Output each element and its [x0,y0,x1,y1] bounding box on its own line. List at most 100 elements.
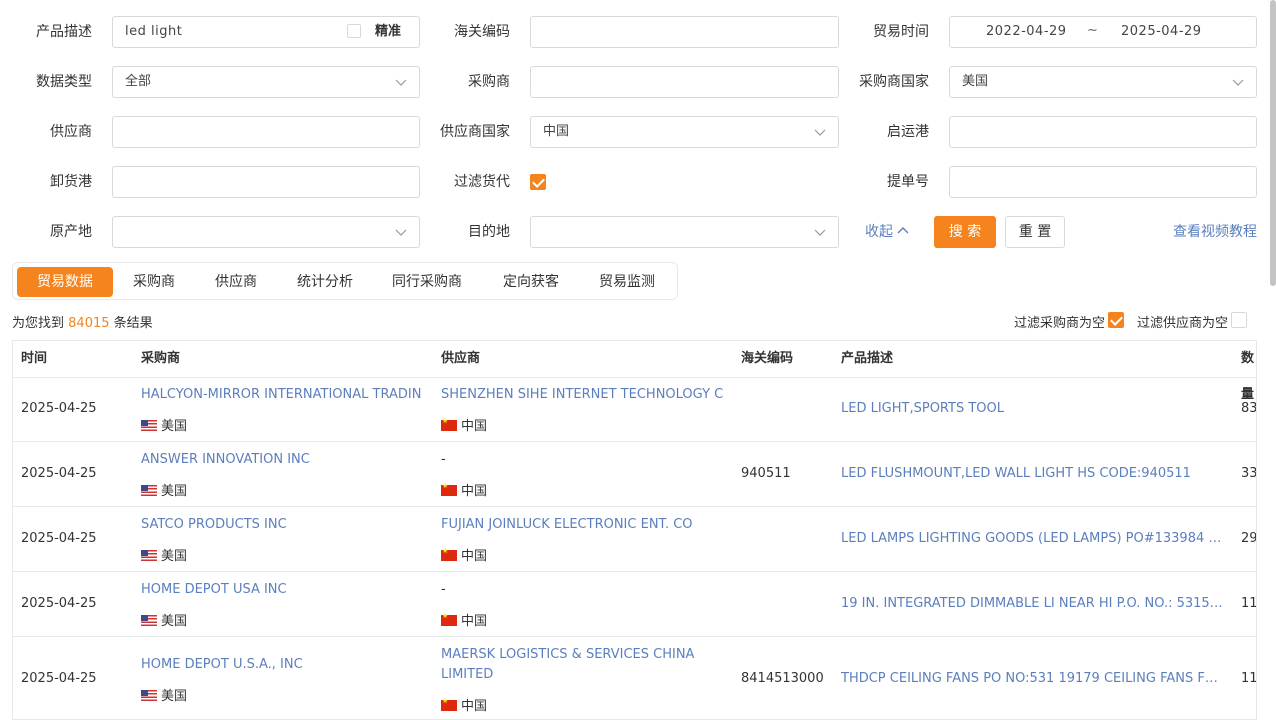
destination-label: 目的地 [468,224,510,240]
bill-no-label: 提单号 [887,174,929,190]
row-buyer-country: 美国 [141,480,187,499]
result-summary: 为您找到 84015 条结果 [12,312,153,331]
row-product-desc-link[interactable]: LED LAMPS LIGHTING GOODS (LED LAMPS) PO#… [841,531,1225,546]
us-flag-icon [141,615,157,626]
col-header-date[interactable]: 时间 [21,341,47,377]
table-row[interactable]: 2025-04-25 ANSWER INNOVATION INC 美国 - 中国… [13,442,1256,507]
row-supplier-country: 中国 [441,695,487,714]
table-row[interactable]: 2025-04-25 HALCYON-MIRROR INTERNATIONAL … [13,377,1256,442]
chevron-down-icon [395,229,407,236]
buyer-country-text: 美国 [161,549,188,564]
us-flag-icon [141,420,157,431]
destination-select[interactable] [530,216,839,248]
row-quantity: 11 [1241,671,1257,686]
row-buyer-link[interactable]: ANSWER INNOVATION INC [141,452,310,467]
cn-flag-icon [441,697,457,711]
tab-targeted-leads[interactable]: 定向获客 [493,267,569,297]
supplier-input[interactable] [112,116,420,148]
col-header-buyer[interactable]: 采购商 [141,341,180,377]
row-supplier-link-line2[interactable]: LIMITED [441,667,493,682]
filter-buyer-empty-checkbox[interactable] [1108,312,1124,328]
row-product-desc-link[interactable]: LED LIGHT,SPORTS TOOL [841,401,1225,416]
origin-select[interactable] [112,216,420,248]
tab-buyers[interactable]: 采购商 [119,267,189,297]
row-buyer-link[interactable]: HALCYON-MIRROR INTERNATIONAL TRADIN [141,387,421,402]
trade-time-range[interactable]: 2022-04-29 ~ 2025-04-29 [949,16,1257,48]
row-supplier-country: 中国 [441,545,487,564]
video-tutorial-link[interactable]: 查看视频教程 [1173,216,1257,248]
row-quantity: 11 [1241,596,1257,611]
us-flag-icon [141,485,157,496]
tab-statistics[interactable]: 统计分析 [285,267,365,297]
col-header-supplier[interactable]: 供应商 [441,341,480,377]
table-row[interactable]: 2025-04-25 HOME DEPOT U.S.A., INC 美国 MAE… [13,637,1257,719]
date-to[interactable]: 2025-04-29 [1121,17,1202,47]
dest-port-input[interactable] [112,166,420,198]
filter-supplier-empty-checkbox[interactable] [1231,312,1247,328]
supplier-country-select[interactable]: 中国 [530,116,839,148]
supplier-country-text: 中国 [461,549,488,564]
product-desc-input[interactable]: led light 精准 [112,16,420,48]
buyer-input[interactable] [530,66,839,98]
hs-code-input[interactable] [530,16,839,48]
exact-checkbox[interactable] [347,24,361,38]
chevron-down-icon [814,229,826,236]
col-header-hs-code[interactable]: 海关编码 [741,341,793,377]
tab-trade-monitor[interactable]: 贸易监测 [589,267,665,297]
row-supplier-country: 中国 [441,610,487,629]
filter-forwarder-checkbox[interactable] [530,174,546,190]
row-supplier-link[interactable]: SHENZHEN SIHE INTERNET TECHNOLOGY C [441,387,723,402]
tab-trade-data[interactable]: 贸易数据 [17,267,113,297]
result-count: 84015 [68,316,110,331]
date-from[interactable]: 2022-04-29 [986,17,1067,47]
row-date: 2025-04-25 [21,671,97,686]
cn-flag-icon [441,482,457,496]
row-quantity: 33 [1241,466,1257,481]
row-buyer-link[interactable]: HOME DEPOT U.S.A., INC [141,657,303,672]
row-product-desc-link[interactable]: THDCP CEILING FANS PO NO:531 19179 CEILI… [841,671,1225,686]
supplier-country-text: 中国 [461,484,488,499]
summary-prefix: 为您找到 [12,316,65,331]
row-buyer-country: 美国 [141,415,187,434]
buyer-country-text: 美国 [161,614,188,629]
buyer-country-label: 采购商国家 [859,74,929,90]
data-type-select[interactable]: 全部 [112,66,420,98]
col-header-product-desc[interactable]: 产品描述 [841,341,893,377]
filter-forwarder-label: 过滤货代 [454,174,510,190]
supplier-country-text: 中国 [461,419,488,434]
reset-button[interactable]: 重 置 [1005,216,1065,248]
row-product-desc-link[interactable]: LED FLUSHMOUNT,LED WALL LIGHT HS CODE:94… [841,466,1225,481]
origin-port-input[interactable] [949,116,1257,148]
row-product-desc-link[interactable]: 19 IN. INTEGRATED DIMMABLE LI NEAR HI P.… [841,596,1225,611]
bill-no-input[interactable] [949,166,1257,198]
dest-port-label: 卸货港 [50,174,92,190]
col-header-quantity[interactable]: 数量 [1241,341,1256,402]
buyer-country-value: 美国 [962,74,989,89]
row-supplier-country: 中国 [441,415,487,434]
row-supplier-link[interactable]: FUJIAN JOINLUCK ELECTRONIC ENT. CO [441,517,693,532]
supplier-country-value: 中国 [543,124,570,139]
row-quantity: 29 [1241,531,1257,546]
origin-label: 原产地 [50,224,92,240]
product-desc-label: 产品描述 [36,24,92,40]
row-buyer-link[interactable]: SATCO PRODUCTS INC [141,517,287,532]
supplier-country-text: 中国 [461,614,488,629]
chevron-down-icon [395,79,407,86]
row-supplier-text: - [441,582,446,597]
page-scrollbar[interactable] [1270,0,1276,286]
row-buyer-link[interactable]: HOME DEPOT USA INC [141,582,287,597]
buyer-country-text: 美国 [161,419,188,434]
tab-peer-buyers[interactable]: 同行采购商 [383,267,471,297]
us-flag-icon [141,550,157,561]
collapse-toggle[interactable]: 收起 [865,216,909,248]
cn-flag-icon [441,417,457,431]
search-button[interactable]: 搜 索 [934,216,996,248]
row-date: 2025-04-25 [21,401,97,416]
row-supplier-link[interactable]: MAERSK LOGISTICS & SERVICES CHINA [441,647,694,662]
chevron-up-icon [897,227,909,234]
buyer-label: 采购商 [468,74,510,90]
buyer-country-select[interactable]: 美国 [949,66,1257,98]
table-row[interactable]: 2025-04-25 SATCO PRODUCTS INC 美国 FUJIAN … [13,507,1256,572]
tab-suppliers[interactable]: 供应商 [201,267,271,297]
table-row[interactable]: 2025-04-25 HOME DEPOT USA INC 美国 - 中国 19… [13,572,1256,637]
